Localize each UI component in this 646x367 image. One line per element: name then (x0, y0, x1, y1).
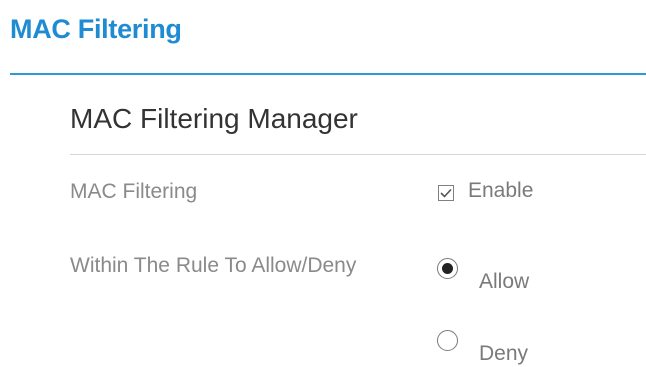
allow-radio[interactable] (437, 258, 458, 279)
mac-filtering-label: MAC Filtering (70, 180, 198, 203)
allow-label: Allow (479, 270, 530, 293)
checkmark-icon (440, 188, 452, 198)
section-divider (70, 154, 646, 155)
rule-label: Within The Rule To Allow/Deny (70, 254, 357, 277)
section-title: MAC Filtering Manager (70, 103, 358, 134)
page-title: MAC Filtering (10, 14, 182, 44)
deny-radio[interactable] (437, 330, 458, 351)
enable-checkbox[interactable] (438, 185, 454, 201)
enable-label: Enable (468, 179, 534, 202)
deny-label: Deny (479, 342, 529, 365)
enable-checkbox-group[interactable]: Enable (438, 179, 533, 203)
title-divider (10, 73, 646, 75)
